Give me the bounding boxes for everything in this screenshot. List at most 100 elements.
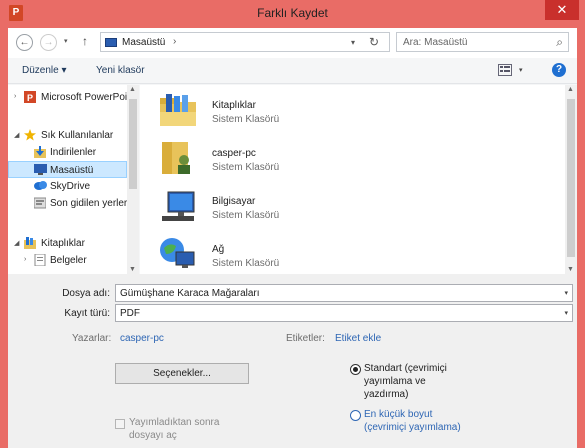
downloads-icon — [34, 146, 46, 158]
user-folder-icon — [158, 138, 198, 178]
optimize-minimum-label: En küçük boyut (çevrimiçi yayımlama) — [364, 409, 461, 433]
file-list: Kitaplıklar Sistem Klasörü casper-pc Sis… — [140, 85, 577, 274]
search-input[interactable]: Ara: Masaüstü — [403, 37, 467, 48]
search-icon[interactable]: ⌕ — [556, 35, 563, 50]
expand-arrow-icon[interactable]: › — [24, 256, 26, 263]
libraries-folder-icon — [158, 90, 198, 130]
forward-button[interactable]: → — [40, 34, 57, 51]
sidebar-item-label: Belgeler — [50, 255, 87, 266]
open-after-publish-checkbox[interactable] — [115, 419, 125, 429]
sidebar-item-documents[interactable]: › Belgeler — [8, 252, 127, 269]
scroll-up-icon[interactable]: ▲ — [129, 86, 136, 93]
file-list-scrollbar[interactable]: ▲ ▼ — [565, 85, 577, 274]
skydrive-icon — [34, 180, 47, 192]
sidebar-item-favorites[interactable]: ◢ Sık Kullanılanlar — [8, 127, 127, 144]
documents-icon — [34, 253, 46, 267]
scrollbar-thumb[interactable] — [567, 99, 575, 257]
navigation-scrollbar[interactable]: ▲ ▼ — [127, 85, 139, 274]
view-options-icon[interactable] — [498, 64, 512, 76]
sidebar-item-label: İndirilenler — [50, 147, 97, 158]
new-folder-button[interactable]: Yeni klasör — [96, 65, 145, 76]
command-bar: Düzenle ▾ Yeni klasör ▾ ? — [8, 58, 577, 84]
save-options-panel: Dosya adı: Gümüşhane Karaca Mağaraları ▾… — [8, 274, 577, 448]
optimize-minimum-radio[interactable] — [350, 410, 361, 421]
breadcrumb-separator-icon[interactable]: › — [173, 36, 176, 47]
tags-value[interactable]: Etiket ekle — [335, 333, 381, 344]
refresh-icon[interactable]: ↻ — [369, 35, 379, 49]
list-item[interactable]: casper-pc Sistem Klasörü — [158, 136, 438, 184]
list-item[interactable]: Kitaplıklar Sistem Klasörü — [158, 88, 438, 136]
organize-button[interactable]: Düzenle ▾ — [22, 65, 67, 76]
filetype-select[interactable]: PDF ▾ — [115, 304, 573, 322]
address-path[interactable]: Masaüstü — [122, 37, 165, 48]
tags-label: Etiketler: — [286, 333, 325, 344]
sidebar-item-label: Sık Kullanılanlar — [41, 130, 114, 141]
filename-field[interactable]: Gümüşhane Karaca Mağaraları ▾ — [115, 284, 573, 302]
sidebar-item-label: Masaüstü — [50, 165, 94, 176]
sidebar-item-skydrive[interactable]: SkyDrive — [8, 178, 127, 195]
recent-locations-dropdown[interactable]: ▾ — [64, 37, 68, 45]
powerpoint-icon: P — [24, 91, 36, 103]
list-item[interactable]: Ağ Sistem Klasörü — [158, 232, 438, 280]
file-name: Kitaplıklar — [212, 100, 256, 111]
sidebar-item-recent-places[interactable]: Son gidilen yerler — [8, 195, 127, 212]
filename-value[interactable]: Gümüşhane Karaca Mağaraları — [120, 288, 260, 299]
file-name: Bilgisayar — [212, 196, 256, 207]
optimize-standard-radio[interactable] — [350, 364, 361, 375]
sidebar-item-label: SkyDrive — [50, 181, 91, 192]
file-name: Ağ — [212, 244, 225, 255]
dialog-title: Farklı Kaydet — [257, 6, 328, 20]
file-name: casper-pc — [212, 148, 256, 159]
recent-places-icon — [33, 197, 47, 209]
address-dropdown-icon[interactable]: ▾ — [351, 38, 355, 47]
network-icon — [158, 234, 198, 274]
open-after-publish-label: Yayımladıktan sonra dosyayı aç — [129, 417, 220, 441]
scrollbar-thumb[interactable] — [129, 99, 137, 189]
svg-text:P: P — [27, 93, 33, 103]
sidebar-item-downloads[interactable]: İndirilenler — [8, 144, 127, 161]
authors-label: Yazarlar: — [72, 333, 112, 344]
options-button[interactable]: Seçenekler... — [115, 363, 249, 384]
save-as-dialog: P Farklı Kaydet ✕ ← → ▾ ↑ Masaüstü › ▾ ↻… — [0, 0, 585, 448]
star-icon — [24, 129, 36, 141]
navigation-pane: › P Microsoft PowerPoint ◢ Sık Kullanıla… — [8, 85, 139, 274]
file-type: Sistem Klasörü — [212, 258, 280, 269]
scroll-up-icon[interactable]: ▲ — [567, 86, 574, 93]
collapse-arrow-icon[interactable]: ◢ — [14, 131, 19, 139]
up-button[interactable]: ↑ — [82, 34, 88, 48]
authors-value[interactable]: casper-pc — [120, 333, 164, 344]
filetype-label: Kayıt türü: — [64, 308, 110, 319]
address-bar[interactable]: Masaüstü › ▾ ↻ — [100, 32, 390, 52]
sidebar-item-label: Microsoft PowerPoint — [41, 92, 129, 103]
list-item[interactable]: Bilgisayar Sistem Klasörü — [158, 184, 438, 232]
sidebar-item-desktop[interactable]: Masaüstü — [8, 161, 127, 178]
close-button[interactable]: ✕ — [545, 0, 579, 20]
computer-icon — [158, 186, 198, 226]
libraries-icon — [24, 237, 36, 249]
sidebar-item-label: Son gidilen yerler — [50, 198, 128, 209]
search-box[interactable]: Ara: Masaüstü ⌕ — [396, 32, 569, 52]
expand-arrow-icon[interactable]: › — [14, 93, 16, 100]
back-button[interactable]: ← — [16, 34, 33, 51]
collapse-arrow-icon[interactable]: ◢ — [14, 239, 19, 247]
chevron-down-icon[interactable]: ▾ — [564, 309, 568, 317]
file-type: Sistem Klasörü — [212, 210, 280, 221]
sidebar-item-label: Kitaplıklar — [41, 238, 85, 249]
optimize-standard-label: Standart (çevrimiçi yayımlama ve yazdırm… — [364, 363, 447, 400]
help-icon[interactable]: ? — [552, 63, 566, 77]
desktop-icon — [105, 38, 117, 47]
file-type: Sistem Klasörü — [212, 162, 280, 173]
sidebar-item-powerpoint[interactable]: › P Microsoft PowerPoint — [8, 89, 129, 106]
file-type: Sistem Klasörü — [212, 114, 280, 125]
title-bar: P Farklı Kaydet ✕ — [0, 0, 585, 28]
view-dropdown-icon[interactable]: ▾ — [519, 66, 523, 74]
desktop-icon — [34, 164, 47, 176]
navigation-bar: ← → ▾ ↑ Masaüstü › ▾ ↻ Ara: Masaüstü ⌕ — [8, 28, 577, 58]
filetype-value[interactable]: PDF — [120, 308, 140, 319]
chevron-down-icon[interactable]: ▾ — [564, 289, 568, 297]
filename-label: Dosya adı: — [62, 288, 110, 299]
dialog-client: ← → ▾ ↑ Masaüstü › ▾ ↻ Ara: Masaüstü ⌕ D… — [8, 28, 577, 448]
sidebar-item-libraries[interactable]: ◢ Kitaplıklar — [8, 235, 127, 252]
scroll-down-icon[interactable]: ▼ — [567, 266, 574, 273]
scroll-down-icon[interactable]: ▼ — [129, 266, 136, 273]
